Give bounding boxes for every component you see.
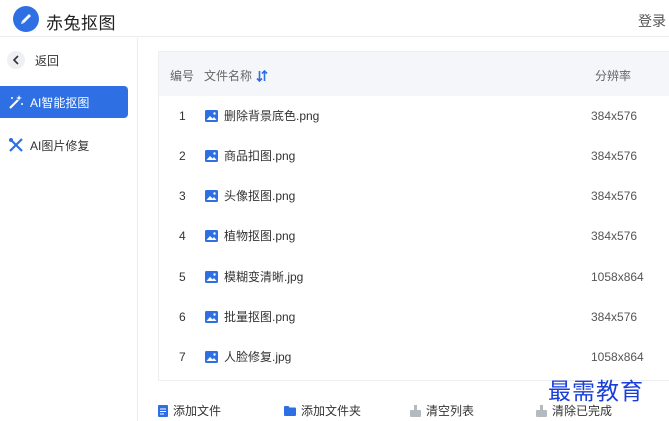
folder-icon (284, 405, 296, 416)
row-number: 1 (179, 109, 186, 123)
row-filename: 头像抠图.png (205, 187, 295, 204)
row-filename: 删除背景底色.png (205, 107, 319, 124)
back-label: 返回 (35, 53, 60, 68)
image-file-icon (205, 189, 218, 202)
add-folder-button[interactable]: 添加文件夹 (284, 402, 361, 419)
row-filename-text: 批量抠图.png (224, 310, 296, 324)
column-header-number: 编号 (170, 69, 195, 83)
image-file-icon (205, 350, 218, 363)
row-filename-text: 删除背景底色.png (224, 109, 320, 123)
table-row[interactable]: 7 人脸修复.jpg 1058x864 (159, 337, 669, 377)
file-icon (158, 404, 168, 417)
row-filename-text: 头像抠图.png (224, 189, 296, 203)
column-header-filename[interactable]: 文件名称 (204, 67, 268, 84)
row-filename-text: 植物抠图.png (224, 229, 296, 243)
row-resolution: 1058x864 (591, 350, 644, 364)
row-filename: 批量抠图.png (205, 308, 295, 325)
row-filename: 模糊变清晰.jpg (205, 268, 303, 285)
table-row[interactable]: 5 模糊变清晰.jpg 1058x864 (159, 257, 669, 297)
table-header: 编号 文件名称 分辨率 (159, 52, 669, 96)
login-link[interactable]: 登录 (638, 11, 666, 31)
magic-wand-icon (7, 93, 25, 111)
pen-logo-icon (13, 6, 39, 32)
row-resolution: 384x576 (591, 109, 638, 123)
row-number: 4 (179, 229, 186, 243)
row-filename: 商品扣图.png (205, 147, 295, 164)
row-filename-text: 商品扣图.png (224, 149, 296, 163)
table-row[interactable]: 2 商品扣图.png 384x576 (159, 136, 669, 176)
row-resolution: 384x576 (591, 229, 638, 243)
table-row[interactable]: 6 批量抠图.png 384x576 (159, 297, 669, 337)
row-resolution: 384x576 (591, 310, 638, 324)
chevron-left-icon (7, 51, 25, 69)
app-header: 赤兔抠图 登录 (0, 0, 669, 37)
row-filename-text: 人脸修复.jpg (224, 350, 292, 364)
sidebar: 返回 AI智能抠图 AI图片修复 (0, 38, 138, 421)
column-header-filename-label: 文件名称 (204, 69, 253, 83)
add-folder-label: 添加文件夹 (301, 404, 362, 418)
row-resolution: 384x576 (591, 149, 638, 163)
sidebar-item-ai-cutout[interactable]: AI智能抠图 (0, 86, 128, 118)
image-file-icon (205, 270, 218, 283)
row-number: 6 (179, 310, 186, 324)
clear-list-label: 清空列表 (426, 404, 475, 418)
row-number: 5 (179, 270, 186, 284)
image-file-icon (205, 109, 218, 122)
broom-icon (536, 404, 547, 417)
table-row[interactable]: 4 植物抠图.png 384x576 (159, 216, 669, 256)
image-file-icon (205, 229, 218, 242)
back-button[interactable]: 返回 (7, 50, 59, 70)
watermark: 最需教育 (548, 379, 644, 405)
add-file-button[interactable]: 添加文件 (158, 402, 221, 419)
table-row[interactable]: 1 删除背景底色.png 384x576 (159, 96, 669, 136)
row-number: 3 (179, 189, 186, 203)
clear-list-button[interactable]: 清空列表 (410, 402, 474, 419)
sidebar-item-label: AI图片修复 (30, 138, 90, 153)
row-filename: 人脸修复.jpg (205, 348, 291, 365)
add-file-label: 添加文件 (173, 404, 222, 418)
tools-icon (7, 136, 25, 154)
image-file-icon (205, 310, 218, 323)
file-table: 编号 文件名称 分辨率 1 删除背景底色.png 384x576 2 商品扣图.… (158, 51, 669, 381)
app-title: 赤兔抠图 (46, 14, 116, 33)
sidebar-item-label: AI智能抠图 (30, 95, 90, 110)
row-resolution: 384x576 (591, 189, 638, 203)
row-filename: 植物抠图.png (205, 227, 295, 244)
row-resolution: 1058x864 (591, 270, 644, 284)
row-number: 7 (179, 350, 186, 364)
row-number: 2 (179, 149, 186, 163)
broom-icon (410, 404, 421, 417)
image-file-icon (205, 149, 218, 162)
table-row[interactable]: 3 头像抠图.png 384x576 (159, 176, 669, 216)
sidebar-item-ai-repair[interactable]: AI图片修复 (0, 129, 128, 161)
row-filename-text: 模糊变清晰.jpg (224, 270, 304, 284)
sort-icon (256, 69, 268, 82)
column-header-resolution: 分辨率 (595, 69, 632, 83)
